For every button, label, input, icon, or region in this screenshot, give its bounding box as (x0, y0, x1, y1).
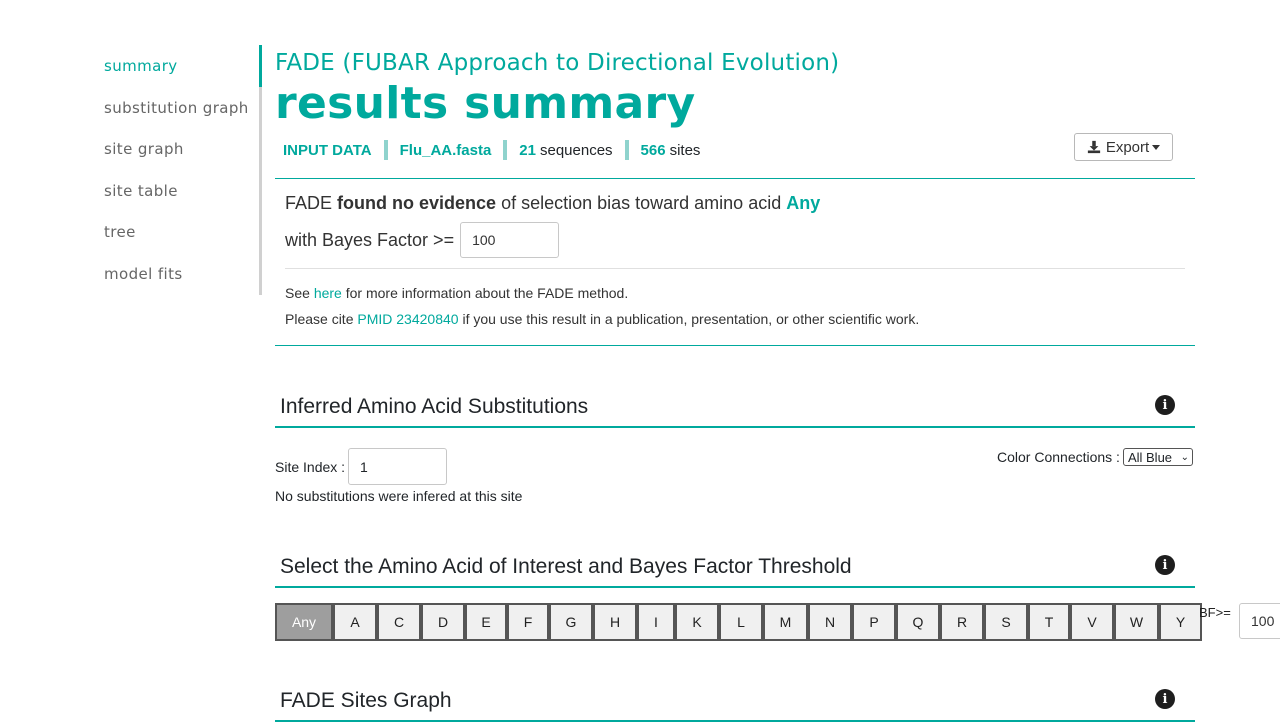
export-label: Export (1105, 138, 1150, 156)
citation-line: Please cite PMID 23420840 if you use thi… (285, 311, 919, 327)
input-filename: Flu_AA.fasta (399, 141, 492, 159)
sidebar-item-summary[interactable]: summary (104, 48, 260, 90)
bayes-factor-label: with Bayes Factor >= (285, 229, 455, 250)
aa-button-e[interactable]: E (465, 603, 507, 641)
bf-threshold-input[interactable] (1239, 603, 1280, 639)
download-icon (1087, 140, 1100, 154)
aa-select-section-header: Select the Amino Acid of Interest and Ba… (275, 548, 1195, 588)
meta-separator (383, 140, 388, 160)
see-suffix: for more information about the FADE meth… (345, 285, 629, 301)
export-button[interactable]: Export (1074, 133, 1173, 161)
sites-label: sites (669, 141, 701, 159)
cite-prefix: Please cite (285, 311, 354, 327)
sequences-label: sequences (539, 141, 613, 159)
sidebar-item-site-graph[interactable]: site graph (104, 131, 260, 173)
aa-button-k[interactable]: K (675, 603, 719, 641)
aa-button-n[interactable]: N (808, 603, 852, 641)
meta-separator (624, 140, 629, 160)
sidebar-active-indicator (259, 45, 262, 87)
aa-button-w[interactable]: W (1114, 603, 1159, 641)
summary-emphasis: found no evidence (337, 193, 497, 213)
bf-threshold-label: BF>= (1199, 605, 1231, 620)
sequences-count: 21 (519, 141, 536, 159)
aa-button-q[interactable]: Q (896, 603, 940, 641)
sites-graph-section-header: FADE Sites Graph i (275, 682, 1195, 722)
sidebar-rail (259, 45, 262, 295)
substitutions-title: Inferred Amino Acid Substitutions (280, 395, 589, 418)
aa-button-d[interactable]: D (421, 603, 465, 641)
aa-button-c[interactable]: C (377, 603, 421, 641)
bayes-factor-row: with Bayes Factor >= (285, 222, 560, 258)
aa-button-l[interactable]: L (719, 603, 763, 641)
site-index-label: Site Index : (275, 458, 346, 475)
aa-button-a[interactable]: A (333, 603, 377, 641)
bayes-factor-input[interactable] (460, 222, 560, 258)
info-icon[interactable]: i (1155, 395, 1175, 415)
color-connections-label: Color Connections : (997, 449, 1120, 465)
aa-button-any[interactable]: Any (275, 603, 333, 641)
page-header: FADE (FUBAR Approach to Directional Evol… (275, 46, 1195, 126)
pmid-link[interactable]: PMID 23420840 (357, 311, 458, 327)
info-icon[interactable]: i (1155, 555, 1175, 575)
input-data-bar: INPUT DATA Flu_AA.fasta 21 sequences 566… (275, 136, 708, 164)
method-info-line: See here for more information about the … (285, 285, 628, 301)
summary-middle: of selection bias toward amino acid (501, 193, 782, 213)
aa-button-s[interactable]: S (984, 603, 1028, 641)
aa-select-title: Select the Amino Acid of Interest and Ba… (280, 555, 852, 578)
site-index-input[interactable] (348, 448, 448, 485)
sidebar-item-tree[interactable]: tree (104, 214, 260, 256)
see-prefix: See (285, 285, 310, 301)
no-substitutions-message: No substitutions were infered at this si… (275, 488, 523, 504)
aa-button-t[interactable]: T (1028, 603, 1070, 641)
aa-button-v[interactable]: V (1070, 603, 1114, 641)
color-connections-select[interactable]: All Blue ⌄ (1122, 448, 1193, 466)
chevron-down-icon: ⌄ (1180, 451, 1189, 463)
results-summary-box: FADE found no evidence of selection bias… (275, 178, 1195, 346)
aa-button-y[interactable]: Y (1159, 603, 1202, 641)
cite-suffix: if you use this result in a publication,… (462, 311, 920, 327)
substitutions-section-header: Inferred Amino Acid Substitutions i (275, 388, 1195, 428)
sidebar-item-model-fits[interactable]: model fits (104, 256, 260, 298)
method-info-link[interactable]: here (314, 285, 342, 301)
caret-down-icon (1152, 144, 1161, 150)
aa-button-g[interactable]: G (549, 603, 593, 641)
divider (285, 268, 1185, 269)
aa-button-m[interactable]: M (763, 603, 808, 641)
sidebar-item-site-table[interactable]: site table (104, 173, 260, 215)
aa-button-p[interactable]: P (852, 603, 896, 641)
meta-separator (503, 140, 508, 160)
color-connections-control: Color Connections : All Blue ⌄ (997, 448, 1193, 466)
aa-button-f[interactable]: F (507, 603, 549, 641)
aa-button-i[interactable]: I (637, 603, 675, 641)
page-title: results summary (275, 78, 696, 129)
page-subtitle: FADE (FUBAR Approach to Directional Evol… (275, 50, 840, 76)
input-data-label: INPUT DATA (283, 141, 372, 159)
sidebar-item-substitution-graph[interactable]: substitution graph (104, 90, 260, 132)
sidebar-nav: summary substitution graph site graph si… (104, 45, 262, 298)
summary-prefix: FADE (285, 193, 333, 213)
info-icon[interactable]: i (1155, 689, 1175, 709)
summary-statement: FADE found no evidence of selection bias… (285, 193, 820, 214)
aa-button-r[interactable]: R (940, 603, 984, 641)
summary-amino-acid: Any (786, 193, 821, 213)
site-index-control: Site Index : (275, 448, 448, 485)
sites-count: 566 (640, 141, 666, 159)
amino-acid-button-group: Any A C D E F G H I K L M N P Q R S T V W Y (275, 603, 1202, 641)
aa-button-h[interactable]: H (593, 603, 637, 641)
sites-graph-title: FADE Sites Graph (280, 689, 452, 712)
color-connections-value: All Blue (1127, 449, 1173, 465)
